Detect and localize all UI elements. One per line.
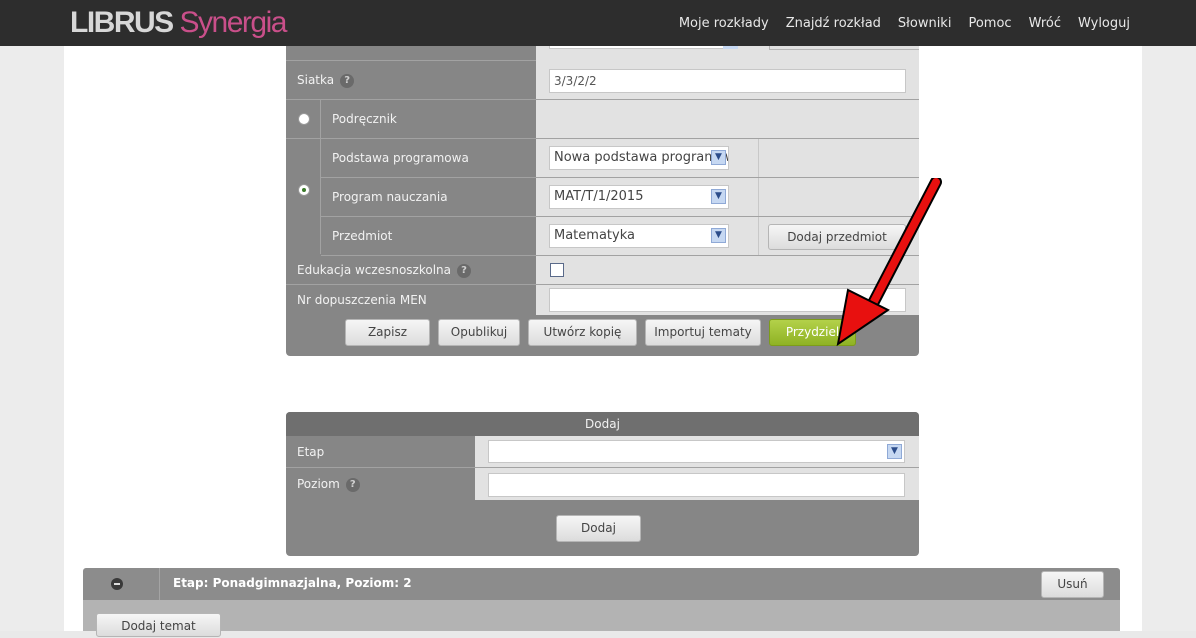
chevron-down-icon: ▼: [711, 150, 726, 165]
zapisz-button[interactable]: Zapisz: [345, 319, 430, 346]
nav-wroc[interactable]: Wróć: [1029, 16, 1061, 31]
podrecznik-radio[interactable]: [298, 113, 310, 125]
main-nav: Moje rozkłady Znajdź rozkład Słowniki Po…: [679, 16, 1130, 31]
row-podrecznik: Podręcznik: [286, 100, 919, 139]
przedmiot-label: Przedmiot: [332, 229, 393, 243]
collapse-icon[interactable]: [111, 578, 123, 590]
etap-label: Etap: [297, 445, 325, 459]
poziom-input[interactable]: [488, 473, 905, 497]
program-select[interactable]: MAT/T/1/2015 ▼: [549, 185, 729, 209]
program-label: Program nauczania: [332, 190, 448, 204]
edukacja-label: Edukacja wczesnoszkolna?: [297, 263, 471, 278]
podrecznik-label: Podręcznik: [332, 112, 397, 126]
top-bar: LIBRUS Synergia Moje rozkłady Znajdź roz…: [0, 0, 1196, 46]
nav-slowniki[interactable]: Słowniki: [898, 16, 952, 31]
dodaj-form: Dodaj Etap ▼ Poziom? Dodaj: [286, 412, 919, 556]
etap-section-title: Etap: Ponadgimnazjalna, Poziom: 2: [173, 576, 412, 590]
row-nr-dopuszczenia: Nr dopuszczenia MEN: [286, 285, 919, 315]
program-radio-cell: [286, 139, 321, 254]
right-margin: [1142, 46, 1196, 631]
dodaj-submit-button[interactable]: Dodaj: [556, 515, 641, 542]
row-edukacja: Edukacja wczesnoszkolna?: [286, 256, 919, 285]
usun-button[interactable]: Usuń: [1041, 571, 1104, 598]
utworz-kopie-button[interactable]: Utwórz kopię: [528, 319, 637, 346]
siatka-input[interactable]: 3/3/2/2: [549, 69, 906, 93]
row-podstawa: Podstawa programowa Nowa podstawa progra…: [321, 139, 919, 178]
poziom-label: Poziom?: [297, 477, 360, 492]
opublikuj-button[interactable]: Opublikuj: [438, 319, 520, 346]
chevron-down-icon: ▼: [711, 189, 726, 204]
program-radio[interactable]: [298, 184, 310, 196]
row-etap: Etap ▼: [286, 436, 919, 468]
podstawa-select[interactable]: Nowa podstawa programowa ▼: [549, 146, 729, 170]
logo-synergia: Synergia: [179, 6, 288, 39]
librus-logo[interactable]: LIBRUS Synergia: [70, 6, 288, 40]
logo-librus: LIBRUS: [70, 6, 174, 39]
dodaj-form-title: Dodaj: [286, 412, 919, 436]
etap-select[interactable]: ▼: [488, 440, 905, 463]
siatka-label: Siatka?: [297, 73, 355, 88]
chevron-down-icon: ▼: [711, 228, 726, 243]
etap-section-body: Dodaj temat: [83, 600, 1120, 637]
nr-label: Nr dopuszczenia MEN: [297, 293, 427, 307]
help-icon[interactable]: ?: [340, 73, 355, 88]
plan-form: Siatka? 3/3/2/2 Podręcznik Podstawa prog…: [286, 46, 919, 356]
chevron-down-icon: ▼: [887, 444, 902, 459]
nav-moje-rozklady[interactable]: Moje rozkłady: [679, 16, 769, 31]
nav-znajdz-rozklad[interactable]: Znajdź rozkład: [786, 16, 881, 31]
row-poziom: Poziom?: [286, 468, 919, 500]
podstawa-label: Podstawa programowa: [332, 151, 469, 165]
przedmiot-select[interactable]: Matematyka ▼: [549, 224, 729, 248]
help-icon[interactable]: ?: [457, 263, 471, 278]
edukacja-checkbox[interactable]: [550, 263, 564, 277]
nav-pomoc[interactable]: Pomoc: [968, 16, 1011, 31]
clipped-row: [286, 46, 919, 61]
red-arrow-annotation: [836, 178, 942, 347]
left-margin: [0, 46, 64, 631]
help-icon[interactable]: ?: [345, 477, 360, 492]
importuj-tematy-button[interactable]: Importuj tematy: [645, 319, 761, 346]
nav-wyloguj[interactable]: Wyloguj: [1078, 16, 1130, 31]
row-siatka: Siatka? 3/3/2/2: [286, 60, 919, 100]
dodaj-temat-button[interactable]: Dodaj temat: [96, 613, 221, 637]
etap-section-header: Etap: Ponadgimnazjalna, Poziom: 2 Usuń: [83, 568, 1120, 600]
